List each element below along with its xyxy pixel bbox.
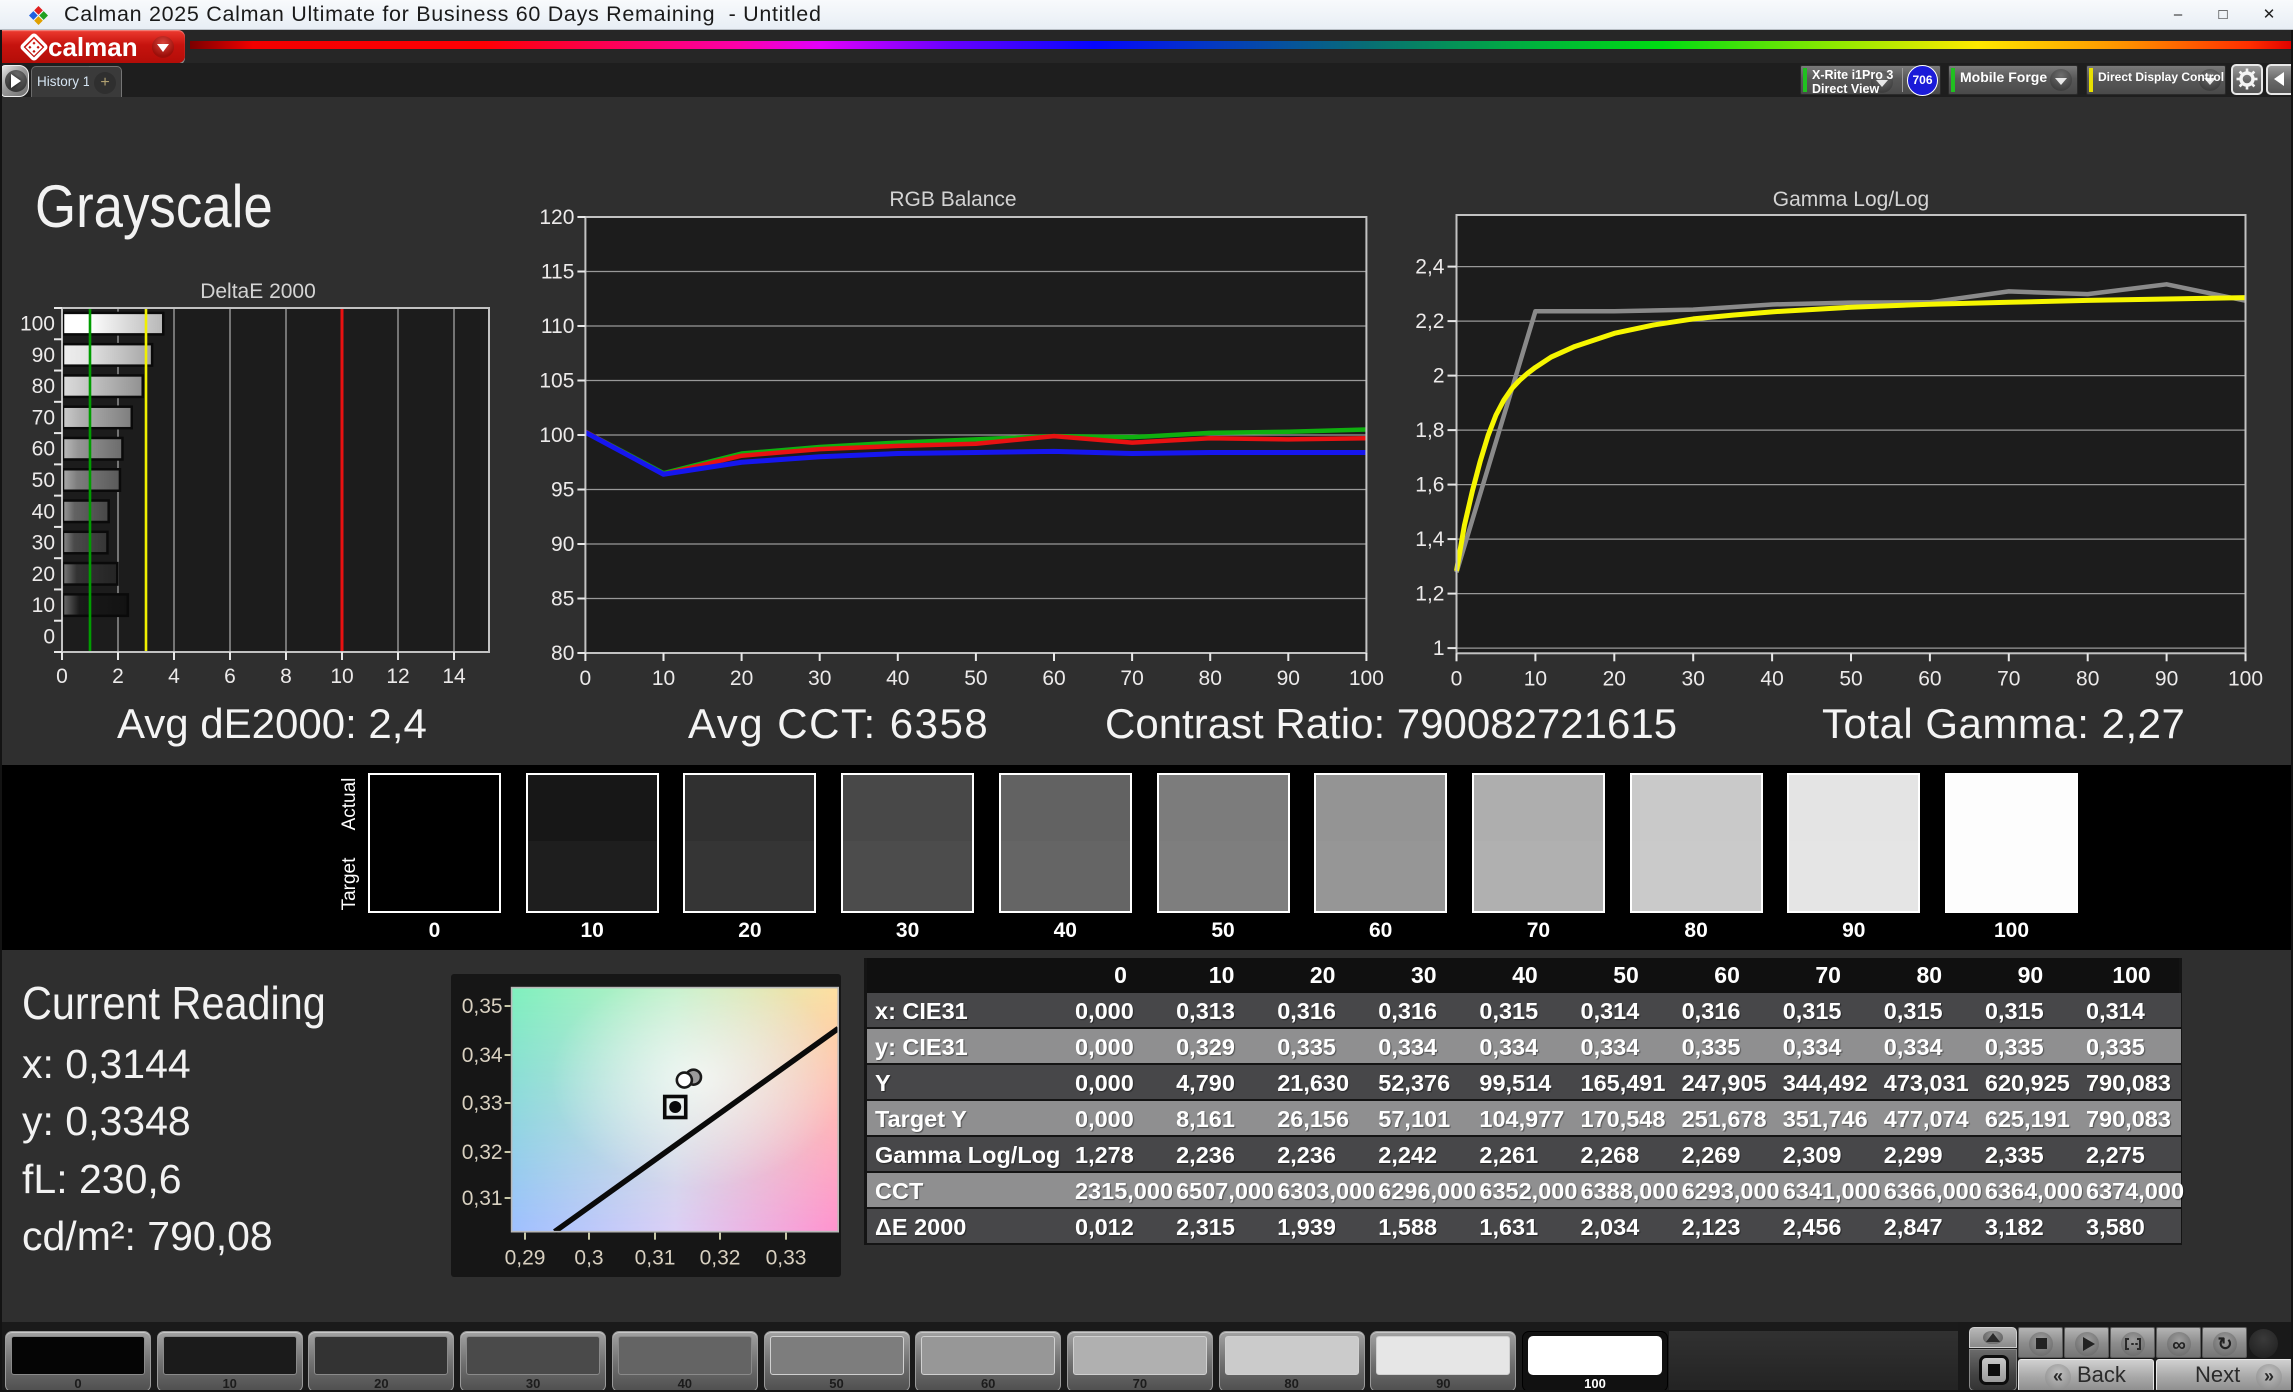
svg-text:0,32: 0,32	[700, 1247, 741, 1270]
svg-text:0,35: 0,35	[462, 995, 503, 1018]
svg-text:0,31: 0,31	[462, 1187, 503, 1210]
svg-text:0: 0	[43, 625, 55, 648]
svg-text:6: 6	[224, 665, 236, 688]
svg-text:50: 50	[32, 469, 55, 492]
svg-text:50: 50	[964, 667, 987, 690]
svg-text:115: 115	[541, 261, 574, 284]
svg-text:30: 30	[808, 667, 831, 690]
svg-text:105: 105	[540, 370, 574, 393]
svg-text:12: 12	[386, 665, 409, 688]
svg-text:60: 60	[1918, 667, 1941, 690]
svg-text:4: 4	[168, 665, 180, 688]
svg-text:0,29: 0,29	[505, 1247, 546, 1270]
svg-text:10: 10	[32, 594, 55, 617]
svg-text:100: 100	[540, 424, 574, 447]
svg-text:0,31: 0,31	[635, 1247, 676, 1270]
svg-text:20: 20	[730, 667, 753, 690]
svg-text:80: 80	[32, 375, 55, 398]
svg-text:0,32: 0,32	[462, 1141, 503, 1164]
svg-text:70: 70	[32, 406, 55, 429]
svg-text:40: 40	[886, 667, 909, 690]
svg-text:30: 30	[32, 532, 55, 555]
svg-text:40: 40	[32, 500, 55, 523]
svg-text:0,34: 0,34	[462, 1044, 503, 1067]
svg-text:70: 70	[1997, 667, 2020, 690]
svg-text:20: 20	[32, 563, 55, 586]
svg-text:2,2: 2,2	[1415, 310, 1444, 333]
svg-text:2: 2	[1433, 365, 1445, 388]
svg-text:10: 10	[330, 665, 353, 688]
svg-text:10: 10	[1524, 667, 1547, 690]
svg-text:100: 100	[1349, 667, 1384, 690]
svg-text:90: 90	[551, 533, 574, 556]
svg-text:95: 95	[551, 479, 574, 502]
svg-text:0: 0	[580, 667, 592, 690]
svg-text:0: 0	[1451, 667, 1463, 690]
svg-text:90: 90	[1277, 667, 1300, 690]
svg-text:2,4: 2,4	[1415, 256, 1445, 279]
svg-text:0: 0	[56, 665, 68, 688]
svg-text:90: 90	[2155, 667, 2178, 690]
svg-text:90: 90	[32, 344, 55, 367]
svg-text:60: 60	[1042, 667, 1065, 690]
svg-text:40: 40	[1760, 667, 1783, 690]
svg-text:50: 50	[1839, 667, 1862, 690]
svg-text:80: 80	[1199, 667, 1222, 690]
svg-text:70: 70	[1120, 667, 1143, 690]
svg-text:1,2: 1,2	[1415, 583, 1444, 606]
svg-text:1: 1	[1433, 637, 1445, 660]
svg-text:1,8: 1,8	[1415, 419, 1444, 442]
svg-text:100: 100	[20, 313, 55, 336]
svg-text:100: 100	[2228, 667, 2263, 690]
svg-text:20: 20	[1603, 667, 1626, 690]
svg-text:80: 80	[551, 642, 574, 665]
svg-text:10: 10	[652, 667, 675, 690]
svg-text:120: 120	[540, 206, 574, 229]
svg-text:14: 14	[442, 665, 466, 688]
svg-text:85: 85	[551, 588, 574, 611]
svg-text:0,33: 0,33	[766, 1247, 807, 1270]
svg-text:80: 80	[2076, 667, 2099, 690]
svg-text:110: 110	[541, 315, 574, 338]
svg-text:1,6: 1,6	[1415, 474, 1444, 497]
svg-text:8: 8	[280, 665, 292, 688]
svg-text:0,3: 0,3	[574, 1247, 603, 1270]
svg-text:30: 30	[1682, 667, 1705, 690]
svg-text:1,4: 1,4	[1415, 528, 1445, 551]
svg-text:2: 2	[112, 665, 124, 688]
svg-text:0,33: 0,33	[462, 1092, 503, 1115]
svg-text:60: 60	[32, 438, 55, 461]
